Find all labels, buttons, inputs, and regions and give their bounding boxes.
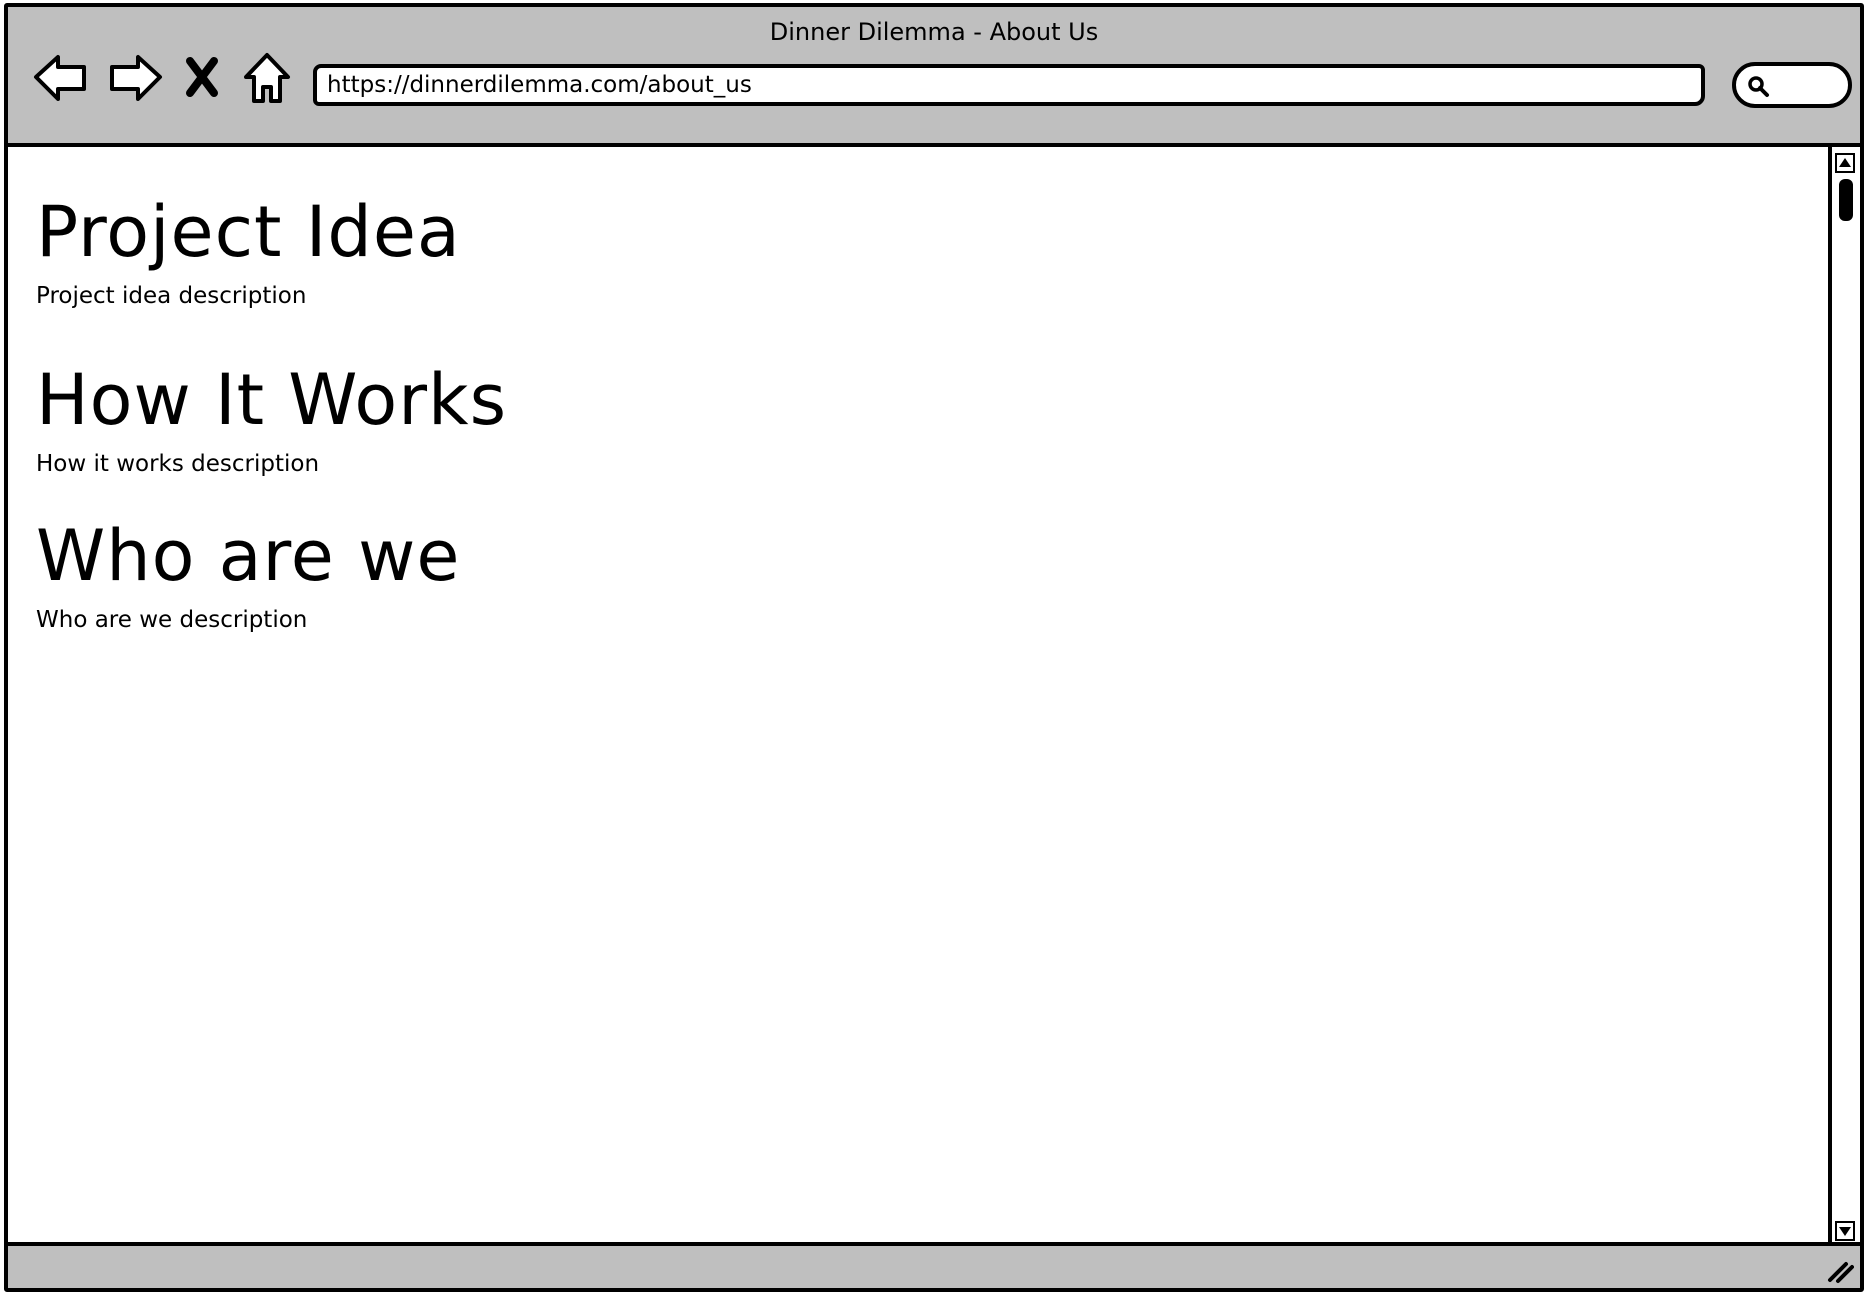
search-icon bbox=[1748, 76, 1769, 97]
close-icon bbox=[186, 57, 218, 97]
forward-arrow-icon bbox=[110, 55, 162, 101]
page-content: Project Idea Project idea description Ho… bbox=[8, 147, 1836, 1247]
address-bar[interactable]: https://dinnerdilemma.com/about_us bbox=[313, 64, 1705, 106]
project-idea-description: Project idea description bbox=[36, 283, 307, 309]
status-bar bbox=[8, 1242, 1860, 1288]
who-are-we-description: Who are we description bbox=[36, 607, 308, 633]
home-button[interactable] bbox=[240, 47, 294, 107]
browser-window: Dinner Dilemma - About Us https://dinner… bbox=[4, 3, 1864, 1292]
window-title: Dinner Dilemma - About Us bbox=[769, 18, 1099, 46]
project-idea-heading: Project Idea bbox=[36, 191, 461, 273]
back-arrow-icon bbox=[34, 55, 86, 101]
forward-button[interactable] bbox=[106, 47, 166, 107]
scroll-up-button[interactable] bbox=[1835, 153, 1855, 173]
how-it-works-description: How it works description bbox=[36, 451, 320, 477]
resize-grip-icon[interactable] bbox=[1824, 1254, 1854, 1284]
scroll-down-button[interactable] bbox=[1835, 1221, 1855, 1241]
vertical-scrollbar[interactable] bbox=[1828, 147, 1860, 1247]
how-it-works-heading: How It Works bbox=[36, 359, 508, 441]
browser-toolbar: Dinner Dilemma - About Us https://dinner… bbox=[8, 7, 1860, 147]
search-input[interactable] bbox=[1732, 62, 1852, 108]
back-button[interactable] bbox=[30, 47, 90, 107]
home-icon bbox=[244, 53, 290, 103]
triangle-up-icon bbox=[1839, 158, 1851, 167]
who-are-we-heading: Who are we bbox=[36, 515, 461, 597]
stop-button[interactable] bbox=[180, 47, 224, 107]
triangle-down-icon bbox=[1839, 1227, 1851, 1236]
scroll-thumb[interactable] bbox=[1839, 179, 1853, 221]
